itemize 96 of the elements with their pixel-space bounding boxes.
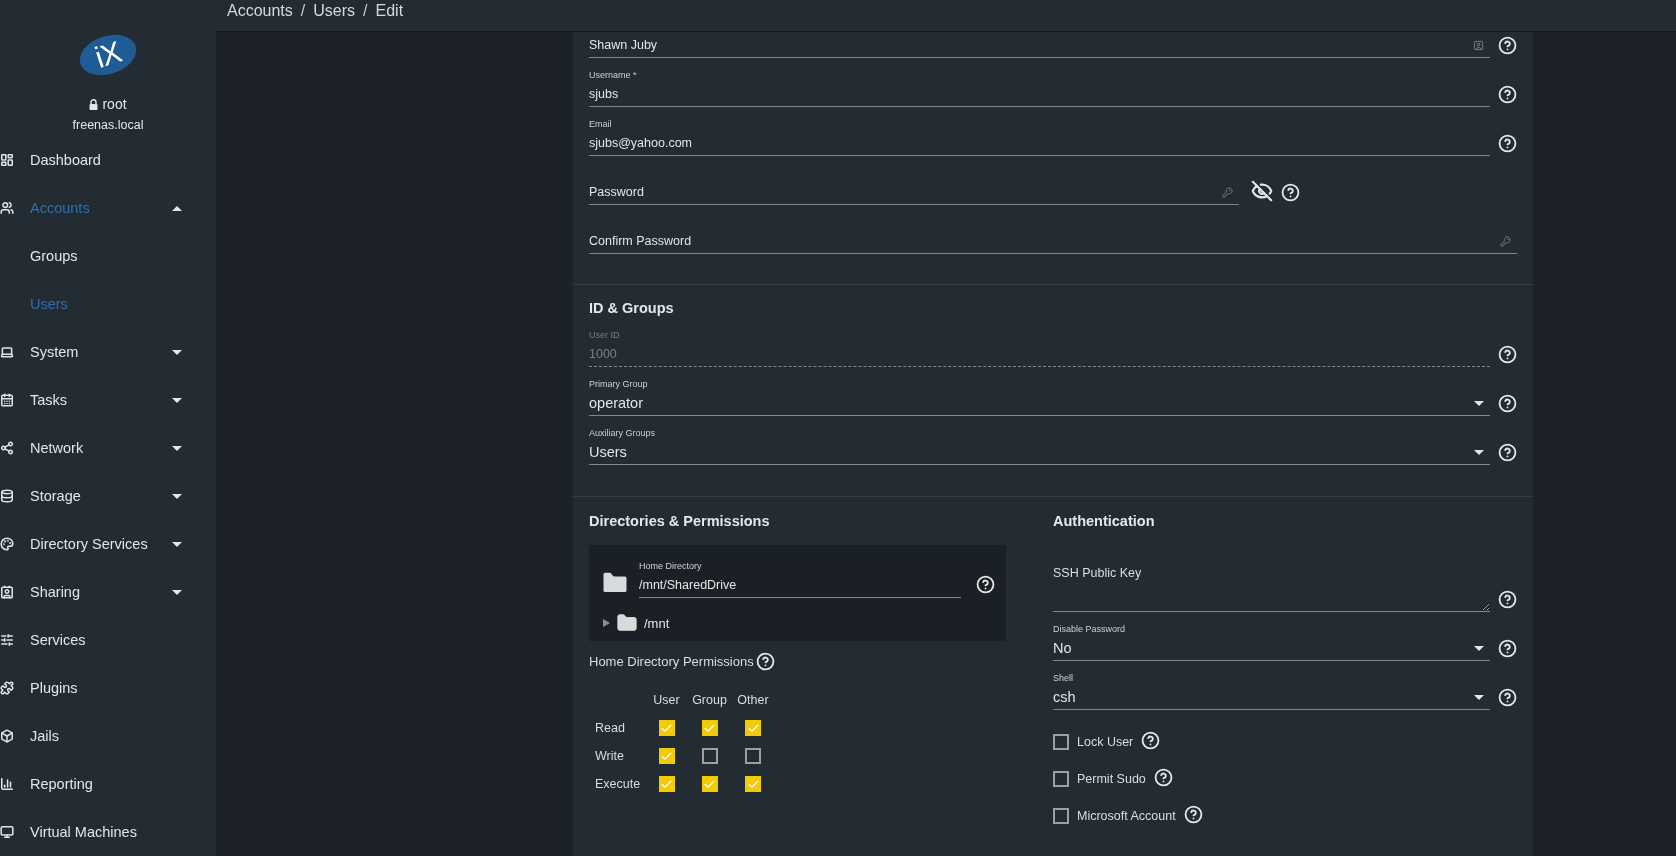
help-icon[interactable] — [1498, 85, 1517, 104]
row-label: Read — [595, 720, 626, 737]
input-field[interactable]: Home Directory /mnt/SharedDrive — [639, 555, 961, 598]
help-icon[interactable] — [1141, 730, 1161, 750]
key-icon — [1500, 235, 1511, 247]
expand-arrow-icon[interactable] — [603, 619, 610, 627]
breadcrumb-link[interactable]: Accounts — [227, 1, 293, 20]
checkbox[interactable] — [1053, 807, 1069, 824]
help-icon[interactable] — [1498, 688, 1517, 707]
checkbox-label: Permit Sudo — [1077, 771, 1146, 786]
sidebar-item[interactable]: Tasks — [0, 376, 216, 424]
password-field[interactable]: Password — [589, 162, 1239, 205]
checkbox-label: Microsoft Account — [1077, 808, 1176, 823]
help-icon[interactable] — [1498, 394, 1517, 413]
checkbox[interactable] — [745, 720, 761, 736]
section-title: ID & Groups — [589, 299, 675, 318]
section-title: Directories & Permissions — [589, 512, 771, 531]
sidebar-item[interactable]: Jails — [0, 712, 216, 760]
select-field[interactable]: Primary Group operator — [589, 373, 1490, 416]
id-card-icon — [1473, 39, 1484, 51]
help-icon[interactable] — [1281, 183, 1300, 202]
help-icon[interactable] — [1498, 443, 1517, 462]
palette-icon — [0, 537, 14, 551]
help-icon[interactable] — [1498, 36, 1517, 55]
checkbox[interactable] — [701, 720, 718, 736]
sidebar-item[interactable]: Sharing — [0, 568, 216, 616]
permissions-title: Home Directory Permissions — [589, 653, 754, 669]
key-icon — [1222, 186, 1233, 198]
network-icon — [0, 441, 14, 455]
help-icon[interactable] — [1498, 639, 1517, 658]
section-title: Authentication — [1053, 512, 1156, 531]
select-field[interactable]: Disable Password No — [1053, 618, 1490, 661]
help-icon[interactable] — [1153, 767, 1173, 787]
sliders-icon — [0, 633, 14, 647]
help-icon[interactable] — [1498, 590, 1517, 609]
sidebar-item[interactable]: System — [0, 328, 216, 376]
laptop-icon — [0, 345, 14, 359]
box-icon — [0, 729, 14, 743]
help-icon[interactable] — [1498, 134, 1517, 153]
people-icon — [0, 201, 14, 215]
caret-icon — [1474, 694, 1484, 700]
puzzle-icon — [0, 681, 14, 695]
breadcrumb-link[interactable]: Users — [313, 1, 356, 20]
checkbox[interactable] — [745, 748, 761, 764]
checkbox[interactable] — [658, 776, 675, 792]
sidebar-item[interactable]: Directory Services — [0, 520, 216, 568]
lock-icon — [89, 98, 99, 110]
sidebar-subitem[interactable]: Groups — [0, 232, 216, 280]
user-name: root — [102, 96, 127, 112]
input-field[interactable]: Email sjubs@yahoo.com — [589, 113, 1490, 156]
monitor-icon — [0, 825, 14, 839]
password-field[interactable]: Confirm Password — [589, 211, 1517, 254]
sidebar-item[interactable]: Reporting — [0, 760, 216, 808]
checkbox-label: Lock User — [1077, 734, 1134, 749]
select-field[interactable]: Shell csh — [1053, 667, 1490, 710]
caret-icon — [1474, 449, 1484, 455]
breadcrumb-separator: / — [300, 1, 306, 20]
help-icon[interactable] — [755, 651, 775, 671]
database-icon — [0, 489, 14, 503]
breadcrumb-separator: / — [363, 1, 368, 20]
help-icon[interactable] — [1183, 804, 1203, 824]
host-name: freenas.local — [72, 118, 144, 132]
ssh-key-field[interactable]: SSH Public Key — [1053, 546, 1490, 612]
column-header: Other — [736, 692, 770, 709]
sidebar-item[interactable]: Services — [0, 616, 216, 664]
folder-icon — [616, 612, 638, 634]
checkbox[interactable] — [701, 748, 718, 764]
sidebar-item[interactable]: Plugins — [0, 664, 216, 712]
eye-off-icon[interactable] — [1251, 180, 1273, 202]
breadcrumb-link[interactable]: Edit — [375, 1, 404, 20]
row-label: Write — [595, 748, 625, 765]
checkbox[interactable] — [658, 720, 675, 736]
checkbox[interactable] — [658, 748, 675, 764]
dashboard-icon — [0, 153, 14, 167]
row-label: Execute — [595, 776, 642, 793]
sidebar-item[interactable]: Storage — [0, 472, 216, 520]
checkbox[interactable] — [745, 776, 761, 792]
column-header: Group — [691, 692, 728, 709]
help-icon[interactable] — [976, 575, 995, 594]
select-field[interactable]: Auxiliary Groups Users — [589, 422, 1490, 465]
checkbox[interactable] — [701, 776, 718, 792]
calendar-icon — [0, 393, 14, 407]
checkbox[interactable] — [1053, 733, 1069, 750]
sidebar-item[interactable]: Network — [0, 424, 216, 472]
tree-item[interactable]: /mnt — [644, 615, 670, 631]
caret-icon — [1474, 400, 1484, 406]
input-field[interactable]: Username * sjubs — [589, 64, 1490, 107]
help-icon[interactable] — [1498, 345, 1517, 364]
column-header: User — [652, 692, 681, 709]
contact-card-icon — [0, 585, 14, 599]
caret-icon — [1474, 645, 1484, 651]
sidebar-item[interactable]: Dashboard — [0, 136, 216, 184]
checkbox[interactable] — [1053, 770, 1069, 787]
sidebar-item[interactable]: Virtual Machines — [0, 808, 216, 856]
input-field[interactable]: Shawn Juby — [589, 33, 1490, 58]
bar-chart-icon — [0, 777, 14, 791]
